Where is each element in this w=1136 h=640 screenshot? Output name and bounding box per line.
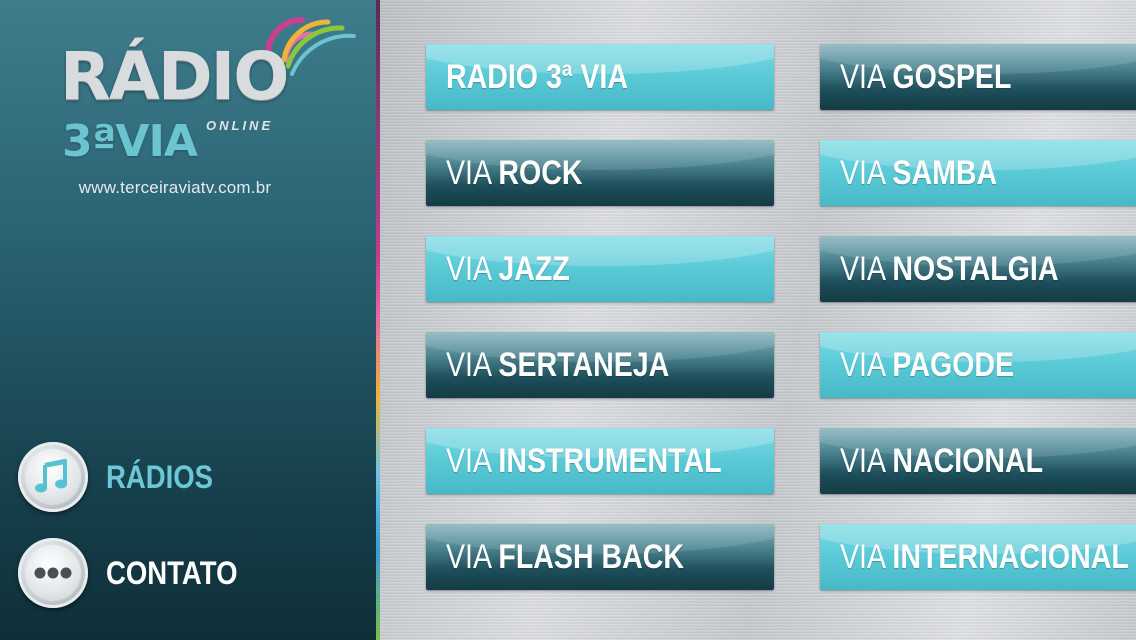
radio-3via-logo: RÁDIO 3ªVIA ONLINE (60, 14, 356, 167)
logo-3via-text: 3ªVIA (62, 116, 198, 167)
station-button[interactable]: VIA INSTRUMENTAL (426, 428, 774, 494)
nav-radios-button[interactable]: RÁDIOS (18, 442, 230, 512)
station-label: VIA SAMBA (840, 153, 998, 192)
nav-contato-circle (18, 538, 88, 608)
nav-radios-label: RÁDIOS (106, 458, 214, 495)
station-label: VIA JAZZ (446, 249, 570, 288)
station-label: VIA ROCK (446, 153, 583, 192)
station-button[interactable]: VIA SAMBA (820, 140, 1136, 206)
sidebar: RÁDIO 3ªVIA ONLINE www.terceiraviatv.com… (0, 0, 376, 640)
ellipsis-icon (34, 567, 72, 579)
station-button[interactable]: VIA INTERNACIONAL (820, 524, 1136, 590)
station-label: VIA PAGODE (840, 345, 1015, 384)
station-button[interactable]: VIA NOSTALGIA (820, 236, 1136, 302)
station-button[interactable]: VIA SERTANEJA (426, 332, 774, 398)
station-label: VIA INSTRUMENTAL (446, 441, 722, 480)
nav-radios-circle (18, 442, 88, 512)
station-label: VIA INTERNACIONAL (840, 537, 1129, 576)
website-url[interactable]: www.terceiraviatv.com.br (0, 178, 350, 198)
station-label: VIA GOSPEL (840, 57, 1012, 96)
station-grid: RADIO 3ª VIA VIA GOSPEL VIA ROCK VIA SAM… (380, 0, 1136, 640)
station-button[interactable]: VIA JAZZ (426, 236, 774, 302)
station-button[interactable]: VIA GOSPEL (820, 44, 1136, 110)
station-button[interactable]: VIA NACIONAL (820, 428, 1136, 494)
logo-online-text: ONLINE (206, 118, 274, 133)
nav-contato-label: CONTATO (106, 554, 238, 591)
nav-contato-button[interactable]: CONTATO (18, 538, 259, 608)
station-button[interactable]: VIA ROCK (426, 140, 774, 206)
station-button[interactable]: RADIO 3ª VIA (426, 44, 774, 110)
station-label: VIA NACIONAL (840, 441, 1044, 480)
logo-radio-text: RÁDIO (60, 38, 289, 115)
station-button[interactable]: VIA PAGODE (820, 332, 1136, 398)
station-label: VIA NOSTALGIA (840, 249, 1059, 288)
station-button[interactable]: VIA FLASH BACK (426, 524, 774, 590)
station-label: RADIO 3ª VIA (446, 57, 628, 96)
music-note-icon (35, 458, 67, 493)
station-label: VIA FLASH BACK (446, 537, 685, 576)
station-label: VIA SERTANEJA (446, 345, 670, 384)
